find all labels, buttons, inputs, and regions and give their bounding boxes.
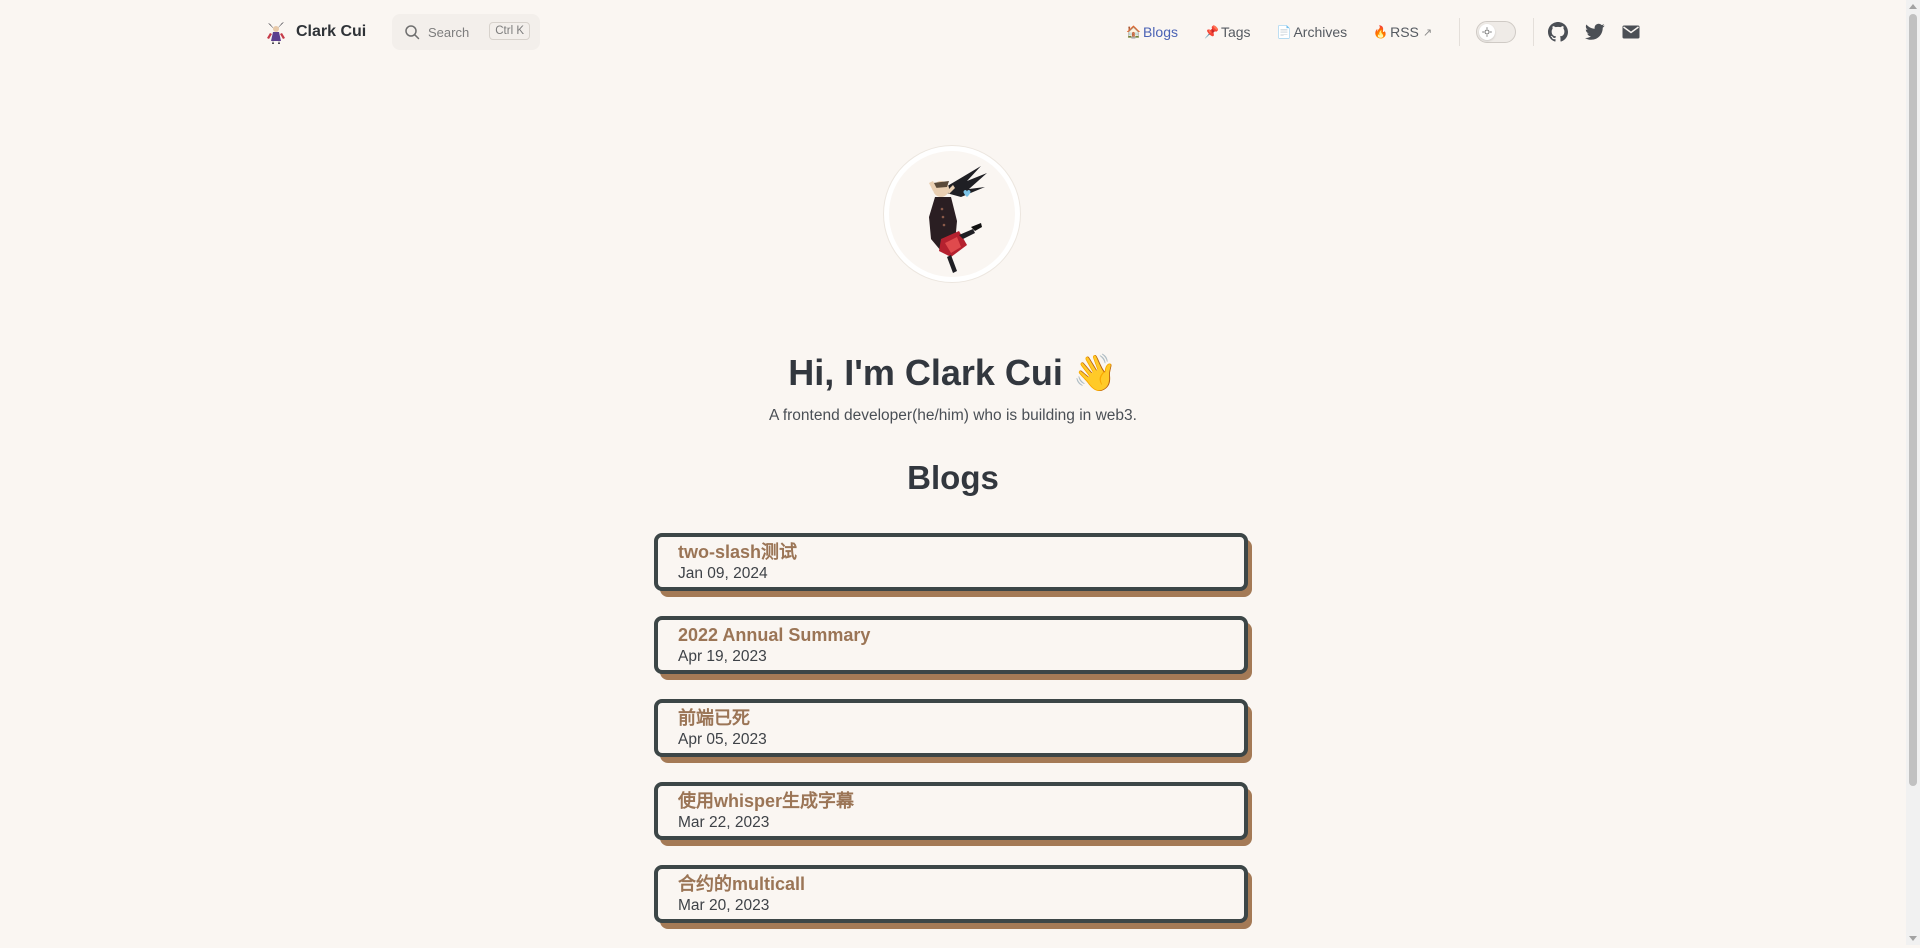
- nav-link-rss-label: RSS: [1390, 24, 1419, 40]
- blog-title[interactable]: 2022 Annual Summary: [678, 623, 1244, 647]
- scroll-down-arrow-icon[interactable]: [1909, 936, 1917, 941]
- avatar: [884, 146, 1020, 282]
- avatar-image: [889, 151, 1015, 277]
- nav-link-blogs[interactable]: 🏠 Blogs: [1126, 24, 1178, 40]
- theme-toggle[interactable]: [1476, 21, 1516, 43]
- blog-card[interactable]: 合约的multicall Mar 20, 2023: [654, 865, 1252, 929]
- pushpin-icon: 📌: [1203, 25, 1219, 39]
- blog-card[interactable]: 使用whisper生成字幕 Mar 22, 2023: [654, 782, 1252, 846]
- search-button[interactable]: Search Ctrl K: [392, 14, 540, 50]
- house-icon: 🏠: [1126, 25, 1141, 39]
- nav-link-blogs-label: Blogs: [1142, 24, 1178, 40]
- brand-name: Clark Cui: [296, 23, 367, 40]
- anime-character-illustration: [929, 166, 987, 273]
- card-face: two-slash测试 Jan 09, 2024: [654, 533, 1248, 591]
- twitter-icon: [1585, 23, 1605, 40]
- card-face: 2022 Annual Summary Apr 19, 2023: [654, 616, 1248, 674]
- mail-link[interactable]: [1620, 21, 1642, 43]
- blog-date: Mar 20, 2023: [678, 897, 770, 914]
- header-divider: [1533, 18, 1534, 46]
- blog-date: Apr 05, 2023: [678, 731, 767, 748]
- search-icon: [405, 25, 420, 40]
- blog-date: Jan 09, 2024: [678, 565, 768, 582]
- twitter-link[interactable]: [1584, 21, 1606, 43]
- hero-title-text: Hi, I'm Clark Cui: [788, 352, 1063, 393]
- blogs-heading: Blogs: [907, 459, 999, 496]
- blog-card[interactable]: 前端已死 Apr 05, 2023: [654, 699, 1252, 763]
- vertical-scrollbar[interactable]: [1906, 0, 1920, 945]
- site-header: Clark Cui Search Ctrl K 🏠 Blogs 📌 Tags 📄…: [0, 0, 1906, 64]
- search-shortcut-hint: Ctrl K: [489, 22, 530, 40]
- fire-icon: 🔥: [1373, 25, 1389, 39]
- sun-icon: [1482, 27, 1492, 37]
- blog-card[interactable]: 2022 Annual Summary Apr 19, 2023: [654, 616, 1252, 680]
- mail-icon: [1622, 25, 1640, 39]
- card-face: 合约的multicall Mar 20, 2023: [654, 865, 1248, 923]
- scrollbar-thumb[interactable]: [1909, 14, 1917, 786]
- anime-character-logo-icon: [267, 22, 285, 44]
- blog-list: two-slash测试 Jan 09, 2024 2022 Annual Sum…: [654, 533, 1252, 948]
- page-icon: 📄: [1276, 25, 1292, 39]
- blog-title[interactable]: two-slash测试: [678, 540, 1244, 564]
- blog-date: Mar 22, 2023: [678, 814, 770, 831]
- card-face: 前端已死 Apr 05, 2023: [654, 699, 1248, 757]
- external-link-icon: ↗: [1422, 26, 1433, 39]
- blog-title[interactable]: 使用whisper生成字幕: [678, 789, 1244, 813]
- blog-title[interactable]: 前端已死: [678, 706, 1244, 730]
- scroll-up-arrow-icon[interactable]: [1909, 4, 1917, 9]
- waving-hand-icon: 👋: [1072, 352, 1118, 393]
- card-face: 使用whisper生成字幕 Mar 22, 2023: [654, 782, 1248, 840]
- nav-link-tags[interactable]: 📌 Tags: [1204, 24, 1251, 40]
- nav-link-rss[interactable]: 🔥 RSS ↗: [1373, 24, 1432, 40]
- header-divider: [1459, 18, 1460, 46]
- main-nav: 🏠 Blogs 📌 Tags 📄 Archives 🔥 RSS ↗: [1126, 20, 1458, 44]
- search-placeholder: Search: [428, 24, 470, 40]
- github-icon: [1548, 22, 1568, 42]
- hero-title: Hi, I'm Clark Cui 👋: [0, 352, 1906, 394]
- blog-date: Apr 19, 2023: [678, 648, 767, 665]
- github-link[interactable]: [1547, 21, 1569, 43]
- toggle-knob: [1479, 24, 1495, 40]
- nav-link-archives-label: Archives: [1293, 24, 1348, 40]
- nav-link-tags-label: Tags: [1220, 24, 1251, 40]
- nav-link-archives[interactable]: 📄 Archives: [1277, 24, 1348, 40]
- brand-home-link[interactable]: Clark Cui: [264, 18, 366, 46]
- blog-card[interactable]: two-slash测试 Jan 09, 2024: [654, 533, 1252, 597]
- hero-subtitle: A frontend developer(he/him) who is buil…: [769, 407, 1137, 424]
- blog-title[interactable]: 合约的multicall: [678, 872, 1244, 896]
